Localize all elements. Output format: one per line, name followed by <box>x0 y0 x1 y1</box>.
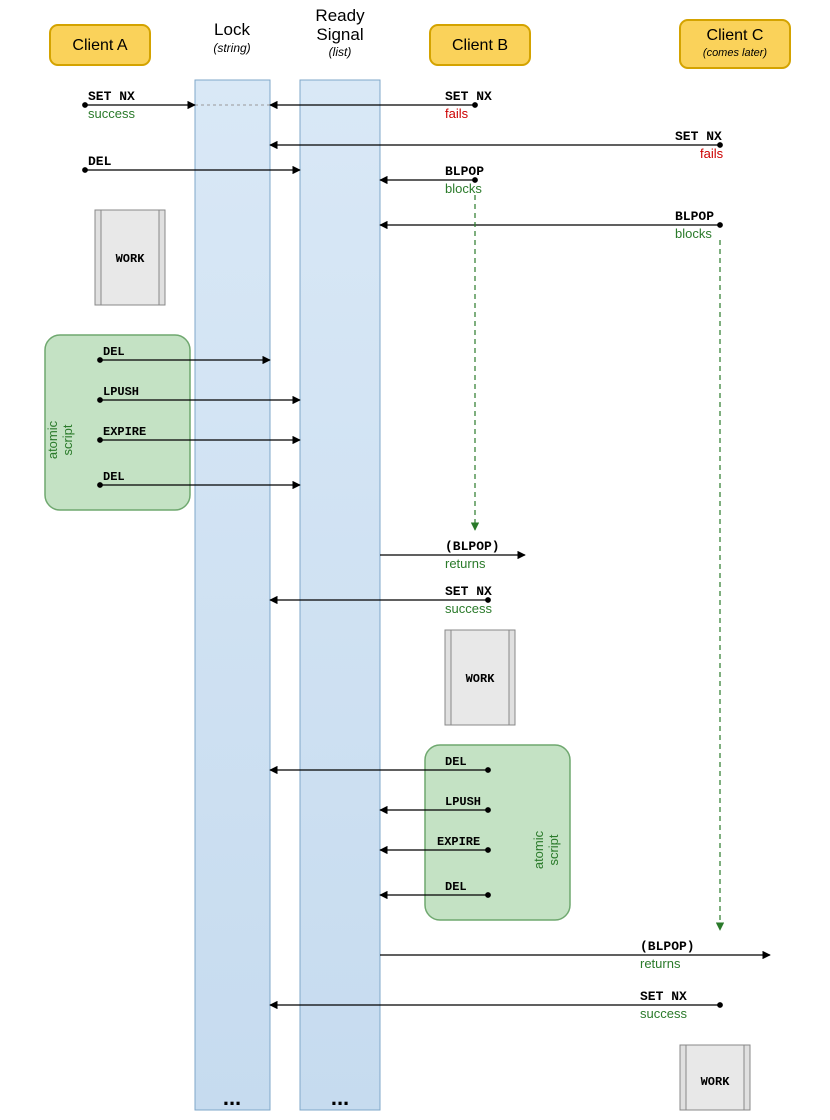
svg-text:SET NX: SET NX <box>445 584 492 599</box>
svg-text:(BLPOP): (BLPOP) <box>445 539 500 554</box>
client-a-label: Client A <box>72 37 127 54</box>
svg-text:returns: returns <box>445 556 486 571</box>
svg-text:success: success <box>88 106 135 121</box>
svg-text:DEL: DEL <box>88 154 112 169</box>
svg-text:BLPOP: BLPOP <box>675 209 714 224</box>
svg-text:SET NX: SET NX <box>445 89 492 104</box>
svg-text:...: ... <box>331 1085 349 1110</box>
svg-text:DEL: DEL <box>103 470 125 484</box>
svg-text:success: success <box>640 1006 687 1021</box>
svg-text:...: ... <box>223 1085 241 1110</box>
client-b-label: Client B <box>452 37 508 54</box>
lock-label: Lock <box>214 20 250 39</box>
svg-text:EXPIRE: EXPIRE <box>103 425 146 439</box>
svg-text:fails: fails <box>445 106 469 121</box>
svg-text:DEL: DEL <box>445 880 467 894</box>
ready-sub: (list) <box>329 45 352 59</box>
svg-text:atomic: atomic <box>531 830 546 869</box>
svg-text:returns: returns <box>640 956 681 971</box>
svg-text:SET NX: SET NX <box>675 129 722 144</box>
svg-text:atomic: atomic <box>45 420 60 459</box>
svg-text:DEL: DEL <box>445 755 467 769</box>
svg-text:BLPOP: BLPOP <box>445 164 484 179</box>
svg-text:EXPIRE: EXPIRE <box>437 835 480 849</box>
svg-text:SET NX: SET NX <box>640 989 687 1004</box>
svg-text:LPUSH: LPUSH <box>103 385 139 399</box>
svg-text:WORK: WORK <box>701 1075 731 1089</box>
client-c-label: Client C <box>707 27 764 44</box>
svg-text:blocks: blocks <box>445 181 482 196</box>
svg-text:LPUSH: LPUSH <box>445 795 481 809</box>
svg-text:script: script <box>60 424 75 455</box>
lock-lifeline <box>195 80 270 1110</box>
svg-text:blocks: blocks <box>675 226 712 241</box>
ready-lifeline <box>300 80 380 1110</box>
ready-label-2: Signal <box>316 25 363 44</box>
svg-text:WORK: WORK <box>116 252 146 266</box>
svg-text:DEL: DEL <box>103 345 125 359</box>
client-c-sub: (comes later) <box>703 47 768 59</box>
svg-text:(BLPOP): (BLPOP) <box>640 939 695 954</box>
svg-text:script: script <box>546 834 561 865</box>
svg-text:SET NX: SET NX <box>88 89 135 104</box>
svg-text:WORK: WORK <box>466 672 496 686</box>
svg-text:fails: fails <box>700 146 724 161</box>
lock-sub: (string) <box>213 41 250 55</box>
ready-label-1: Ready <box>315 6 365 25</box>
sequence-diagram: Client A Lock (string) Ready Signal (lis… <box>0 0 830 1120</box>
svg-text:success: success <box>445 601 492 616</box>
